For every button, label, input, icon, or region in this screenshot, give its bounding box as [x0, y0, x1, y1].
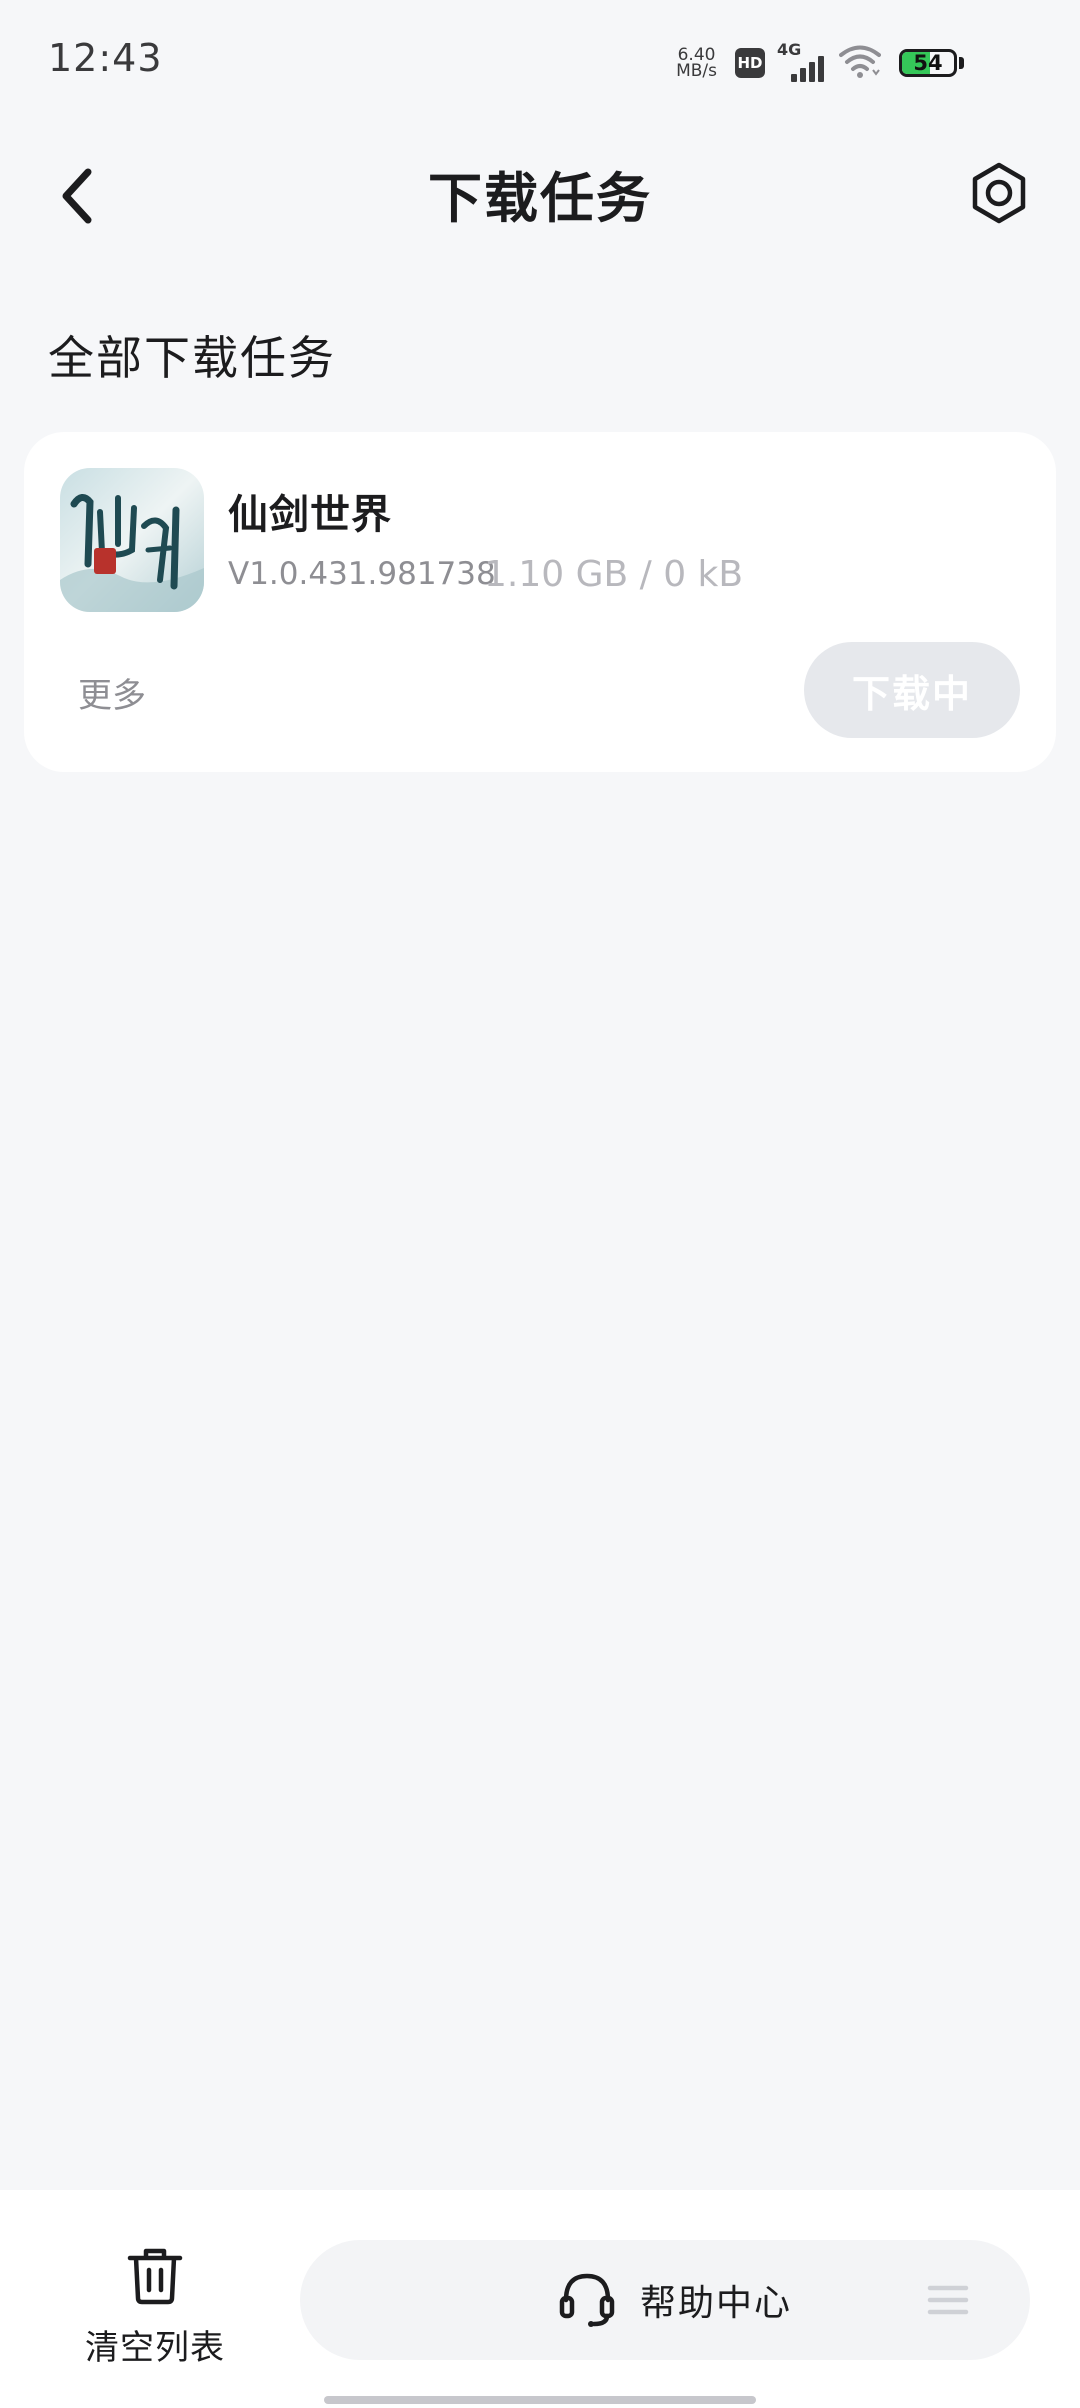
app-version: V1.0.431.981738 [228, 556, 496, 592]
battery-level: 54 [913, 51, 943, 75]
help-center-content: 帮助中心 [558, 2268, 792, 2332]
menu-lines-icon[interactable] [926, 2278, 970, 2322]
app-name: 仙剑世界 [228, 492, 392, 538]
bottom-bar: 清空列表 帮助中心 [0, 2190, 1080, 2408]
status-time: 12:43 [48, 36, 163, 80]
top-bar: 下载任务 [0, 140, 1080, 250]
downloading-status-button[interactable]: 下载中 [804, 642, 1020, 738]
clear-list-label: 清空列表 [85, 2328, 225, 2368]
home-indicator[interactable] [324, 2396, 756, 2404]
hexagon-settings-icon [967, 161, 1031, 229]
download-task-card[interactable]: 仙剑世界 V1.0.431.981738 1.10 GB / 0 kB 更多 下… [24, 432, 1056, 772]
page-title: 下载任务 [428, 167, 652, 230]
status-icons: 6.40 MB/s HD 4G 54 [676, 38, 964, 88]
help-center-button[interactable]: 帮助中心 [300, 2240, 1030, 2360]
signal-icon: 4G [777, 40, 827, 84]
trash-icon [124, 2244, 186, 2310]
help-center-label: 帮助中心 [640, 2283, 793, 2324]
hd-icon: HD [735, 48, 765, 78]
battery-cap [959, 57, 964, 69]
network-speed: 6.40 MB/s [676, 47, 717, 81]
battery-icon: 54 [899, 49, 957, 77]
clear-list-button[interactable]: 清空列表 [60, 2244, 250, 2374]
network-speed-unit: MB/s [676, 61, 717, 81]
headset-icon [558, 2268, 616, 2332]
wifi-icon [839, 44, 881, 82]
download-progress-size: 1.10 GB / 0 kB [484, 554, 744, 595]
more-button[interactable]: 更多 [78, 668, 146, 717]
settings-button[interactable] [958, 154, 1040, 236]
app-icon [60, 468, 204, 612]
section-heading: 全部下载任务 [48, 331, 336, 385]
status-bar: 12:43 6.40 MB/s HD 4G 54 [0, 0, 1080, 120]
